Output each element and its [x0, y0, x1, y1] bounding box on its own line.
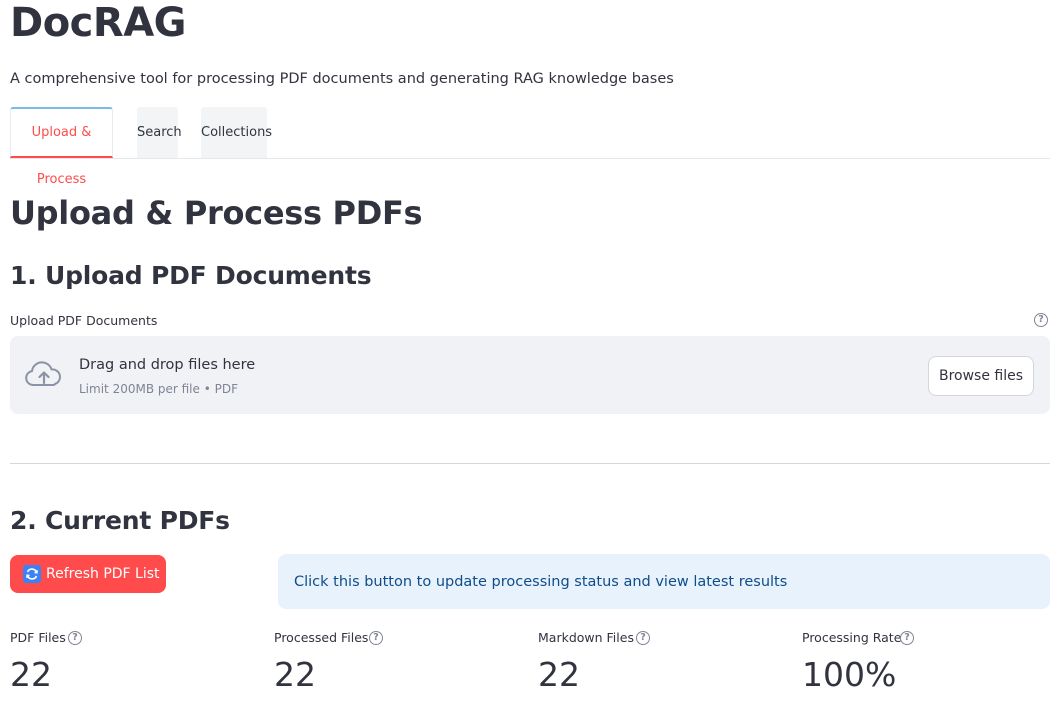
browse-files-button[interactable]: Browse files — [928, 356, 1034, 396]
metric-value: 22 — [274, 655, 316, 694]
tab-bar: Upload & Process Search Collections — [10, 107, 1050, 187]
app-subtitle: A comprehensive tool for processing PDF … — [10, 71, 674, 87]
cloud-upload-icon — [25, 361, 61, 386]
question-circle-icon[interactable]: ? — [369, 631, 383, 645]
metric-label: Markdown Files — [538, 630, 634, 645]
question-circle-icon[interactable]: ? — [68, 631, 82, 645]
tab-collections[interactable]: Collections — [201, 107, 272, 158]
info-text: Click this button to update processing s… — [294, 574, 788, 590]
dropzone-limit: Limit 200MB per file • PDF — [79, 382, 238, 396]
question-circle-icon[interactable]: ? — [636, 631, 650, 645]
refresh-icon — [23, 565, 41, 583]
page-title: Upload & Process PDFs — [10, 194, 423, 232]
metric-label: Processed Files — [274, 630, 369, 645]
metric-value: 22 — [538, 655, 580, 694]
refresh-button-label: Refresh PDF List — [46, 566, 160, 582]
file-dropzone[interactable]: Drag and drop files here Limit 200MB per… — [10, 336, 1050, 414]
dropzone-title: Drag and drop files here — [79, 357, 256, 373]
tab-search[interactable]: Search — [137, 107, 182, 158]
question-circle-icon[interactable]: ? — [900, 631, 914, 645]
info-alert: Click this button to update processing s… — [278, 554, 1050, 609]
section-current-pdfs-title: 2. Current PDFs — [10, 506, 230, 535]
app-title: DocRAG — [10, 0, 186, 46]
section-upload-title: 1. Upload PDF Documents — [10, 261, 372, 290]
refresh-pdf-list-button[interactable]: Refresh PDF List — [10, 555, 166, 593]
metric-value: 100% — [802, 655, 897, 694]
upload-label: Upload PDF Documents — [10, 313, 158, 328]
metric-label: PDF Files — [10, 630, 66, 645]
metric-label: Processing Rate — [802, 630, 902, 645]
tab-upload-process[interactable]: Upload & Process — [10, 107, 113, 187]
divider — [10, 463, 1050, 464]
metric-value: 22 — [10, 655, 52, 694]
question-circle-icon[interactable]: ? — [1034, 313, 1048, 327]
